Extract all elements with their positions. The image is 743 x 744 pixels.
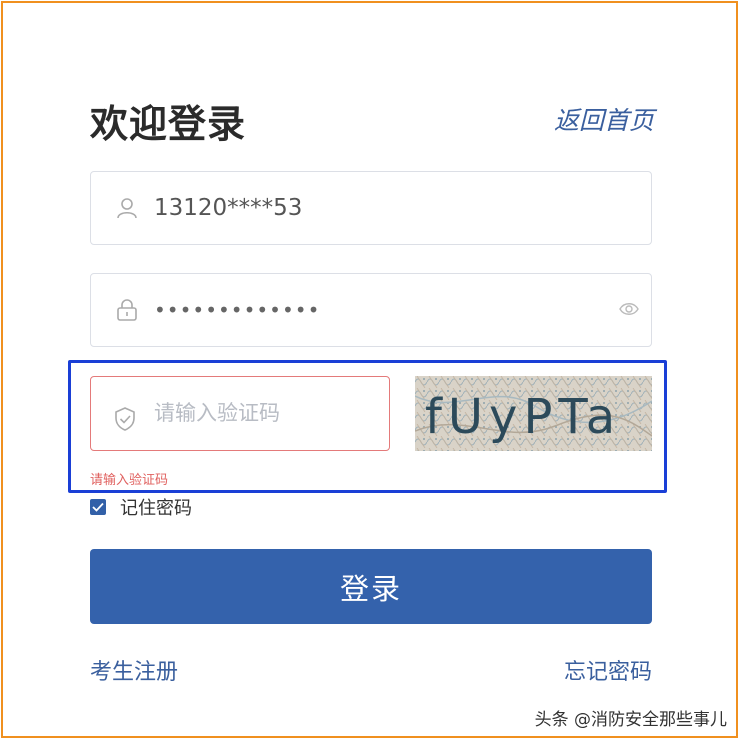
page-title: 欢迎登录 — [90, 102, 247, 146]
eye-icon[interactable] — [619, 301, 639, 317]
watermark-text: 头条 @消防安全那些事儿 — [534, 710, 727, 730]
register-link[interactable]: 考生注册 — [90, 654, 178, 686]
forgot-password-link[interactable]: 忘记密码 — [564, 654, 652, 686]
login-button[interactable]: 登录 — [90, 549, 652, 624]
lock-icon — [115, 298, 139, 322]
username-value: 13120****53 — [154, 195, 303, 221]
remember-checkbox[interactable] — [90, 499, 106, 515]
user-icon — [115, 196, 139, 220]
username-field[interactable]: 13120****53 — [90, 171, 652, 245]
watermark: 头条 @消防安全那些事儿 — [535, 705, 727, 730]
password-field[interactable]: ••••••••••••• — [90, 273, 652, 347]
remember-password[interactable]: 记住密码 — [90, 496, 192, 519]
captcha-error-message: 请输入验证码 — [90, 473, 169, 488]
password-value: ••••••••••••• — [154, 298, 321, 322]
remember-label: 记住密码 — [120, 498, 192, 519]
back-home-link[interactable]: 返回首页 — [554, 101, 654, 137]
check-icon — [92, 502, 104, 512]
